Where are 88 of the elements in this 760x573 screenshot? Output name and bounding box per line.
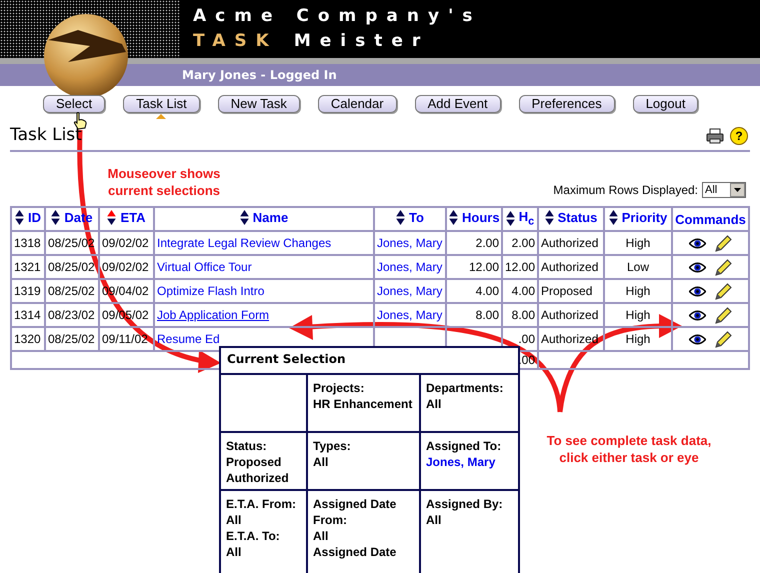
nav-button[interactable]: Calendar xyxy=(318,95,397,113)
table-cell: Authorized xyxy=(538,255,604,279)
popup-title: Current Selection xyxy=(221,348,518,375)
table-cell: 12.00 xyxy=(505,260,536,274)
table-cell: 8.00 xyxy=(476,308,499,322)
eye-icon[interactable] xyxy=(688,238,706,248)
table-cell: 2.00 xyxy=(476,236,499,250)
column-header[interactable]: Name xyxy=(154,207,374,231)
column-header: Commands xyxy=(672,207,749,231)
table-cell: 08/23/02 xyxy=(45,303,99,327)
printer-icon[interactable] xyxy=(706,128,724,144)
table-cell: 09/11/02 xyxy=(99,327,154,351)
table-cell: 08/25/02 xyxy=(45,255,99,279)
eye-icon[interactable] xyxy=(688,334,706,344)
filter-text: All xyxy=(226,544,242,560)
table-cell: 1320 xyxy=(11,327,45,351)
filter-text: All xyxy=(426,512,442,528)
filter-text: E.T.A. To: xyxy=(226,528,281,544)
column-header[interactable]: ETA xyxy=(99,207,154,231)
filter-text: All xyxy=(313,528,330,544)
login-status: Mary Jones - Logged In xyxy=(182,68,337,82)
eye-icon[interactable] xyxy=(688,286,706,296)
eye-icon[interactable] xyxy=(688,262,706,272)
filter-text: All xyxy=(313,454,330,470)
filter-text: Assigned Date From: xyxy=(313,496,398,528)
filter-text: Status: xyxy=(226,438,268,454)
table-cell: Proposed xyxy=(538,279,604,303)
nav-button[interactable]: Select xyxy=(43,95,106,113)
pencil-icon[interactable] xyxy=(715,330,732,348)
table-cell: 1318 xyxy=(11,231,45,255)
table-cell: 1314 xyxy=(11,303,45,327)
nav-button[interactable]: New Task xyxy=(218,95,300,113)
annotation-text: To see complete task data, click either task or eye xyxy=(546,432,712,466)
column-header[interactable]: Status xyxy=(538,207,604,231)
filter-text: Proposed xyxy=(226,454,282,470)
table-cell: Authorized xyxy=(538,303,604,327)
help-button[interactable]: ? xyxy=(730,127,748,145)
column-header[interactable]: H$_{c}$ xyxy=(502,207,538,231)
filter-text: E.T.A. From: xyxy=(226,496,298,512)
pencil-icon[interactable] xyxy=(715,306,732,324)
table-cell: 1321 xyxy=(11,255,45,279)
pencil-icon[interactable] xyxy=(715,234,732,252)
filter-text: Authorized xyxy=(226,470,290,486)
column-header[interactable]: ID xyxy=(11,207,45,231)
column-header[interactable]: To xyxy=(374,207,446,231)
table-cell: High xyxy=(604,279,672,303)
max-rows-dropdown[interactable]: All xyxy=(702,182,746,198)
table-cell: Authorized xyxy=(538,327,604,351)
table-cell: 4.00 xyxy=(512,284,535,298)
filter-text: Assigned To: xyxy=(426,438,502,454)
nav-button[interactable]: Add Event xyxy=(414,95,501,113)
filter-text: HR Enhancement xyxy=(313,396,414,412)
table-cell: 08/25/02 xyxy=(45,327,99,351)
filter-text: Assigned Date xyxy=(313,544,398,560)
assignee-link[interactable]: Jones, Mary xyxy=(426,454,513,470)
column-header[interactable]: Priority xyxy=(604,207,672,231)
filter-text: All xyxy=(226,512,242,528)
table-cell: 1319 xyxy=(11,279,45,303)
column-header[interactable]: Hours xyxy=(446,207,502,231)
filter-text: All xyxy=(426,396,442,412)
table-cell: 09/02/02 xyxy=(99,231,154,255)
pencil-icon[interactable] xyxy=(715,282,732,300)
product-name: TASK xyxy=(193,30,278,53)
nav-button[interactable]: Task List xyxy=(123,95,200,113)
filter-text: Departments: xyxy=(426,380,504,396)
nav-button[interactable]: Logout xyxy=(632,95,698,113)
pencil-icon[interactable] xyxy=(715,258,732,276)
filter-text: Types: xyxy=(313,438,352,454)
annotation-text: Mouseover shows current selections xyxy=(106,165,222,199)
table-cell: High xyxy=(604,231,672,255)
task-link[interactable]: Resume Ed xyxy=(157,332,220,346)
company-name: Acme Company's xyxy=(193,5,482,28)
table-cell: 2.00 xyxy=(512,236,535,250)
table-cell: 8.00 xyxy=(512,308,535,322)
total-hours: .00 xyxy=(518,353,535,367)
nav-button[interactable]: Preferences xyxy=(518,95,615,113)
table-cell: 12.00 xyxy=(468,260,499,274)
eye-icon[interactable] xyxy=(688,310,706,320)
product-name: Meister xyxy=(294,30,430,53)
table-cell: Low xyxy=(604,255,672,279)
filter-text: Projects: xyxy=(313,380,366,396)
table-cell: .00 xyxy=(518,332,535,346)
table-cell: 09/02/02 xyxy=(99,255,154,279)
table-cell: 4.00 xyxy=(476,284,499,298)
table-cell: 08/25/02 xyxy=(45,279,99,303)
table-cell: Authorized xyxy=(538,231,604,255)
filter-text: Assigned By: xyxy=(426,496,504,512)
max-rows-label: Maximum Rows Displayed: xyxy=(553,183,698,197)
